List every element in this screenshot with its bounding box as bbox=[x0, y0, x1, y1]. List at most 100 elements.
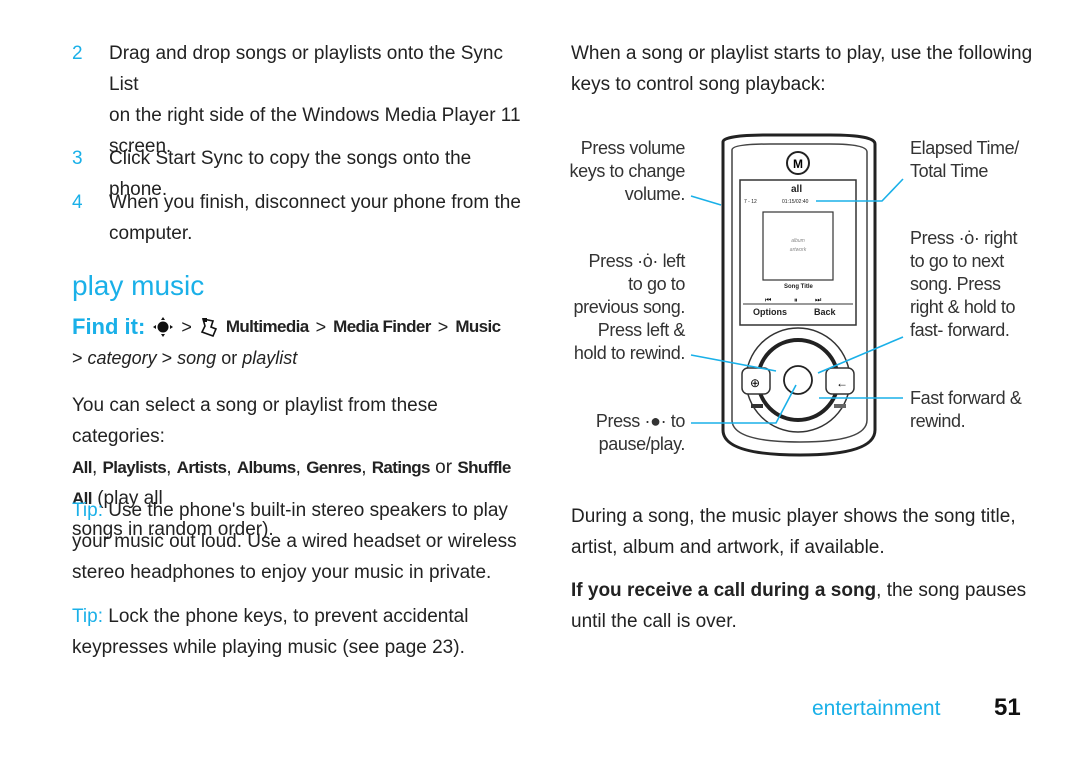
text-line: fast- forward. bbox=[910, 320, 1010, 340]
text-line: right & hold to bbox=[910, 297, 1016, 317]
screen-mode: all bbox=[791, 184, 803, 195]
callout-ff: Fast forward & rewind. bbox=[910, 387, 1040, 433]
nav-key-icon: ·ȯ· bbox=[637, 251, 658, 271]
tip-1: Tip: Use the phone's built-in stereo spe… bbox=[72, 495, 532, 588]
section-heading: play music bbox=[72, 270, 205, 301]
callout-left: Press ·ȯ· left to go to previous song. P… bbox=[560, 250, 686, 365]
text-line: to go to bbox=[628, 274, 685, 294]
callout-right: Press ·ȯ· right to go to next song. Pres… bbox=[910, 227, 1040, 342]
softkey-back[interactable]: Back bbox=[814, 307, 836, 317]
menu-path-media-finder: Media Finder bbox=[333, 317, 431, 336]
svg-text:M: M bbox=[793, 157, 803, 171]
phone-body: M ⏭ ⏮ ⏸ bbox=[721, 133, 877, 457]
text-line: song. Press bbox=[910, 274, 1001, 294]
text-line: When a song or playlist starts to play, … bbox=[571, 43, 1033, 64]
text-line: You can select a song or playlist from t… bbox=[72, 395, 438, 447]
category-ratings: Ratings bbox=[371, 458, 431, 477]
tip-label: Tip: bbox=[72, 500, 103, 521]
step-number: 3 bbox=[72, 148, 83, 169]
text: Press bbox=[910, 228, 955, 248]
page-number: 51 bbox=[994, 694, 1021, 721]
globe-icon: ⊕ bbox=[750, 376, 760, 390]
after-paragraph: During a song, the music player shows th… bbox=[571, 501, 1051, 563]
text-line: your music out loud. Use a wired headset… bbox=[72, 531, 517, 552]
nav-key-icon: ·ȯ· bbox=[958, 228, 980, 248]
text-line: volume. bbox=[624, 184, 686, 204]
text-line: keys to change bbox=[569, 161, 686, 181]
text-line: to go to next bbox=[910, 251, 1004, 271]
song-text: song bbox=[177, 348, 217, 368]
intro-paragraph: When a song or playlist starts to play, … bbox=[571, 38, 1051, 100]
svg-text:⏭: ⏭ bbox=[815, 297, 822, 304]
text-line: When you finish, disconnect your phone f… bbox=[109, 192, 521, 213]
svg-text:⏮: ⏮ bbox=[765, 297, 771, 304]
category-artists: Artists bbox=[176, 458, 227, 477]
find-it-label: Find it: bbox=[72, 314, 146, 339]
bold-text: If you receive a call during a song bbox=[571, 580, 877, 601]
separator: > bbox=[181, 316, 192, 337]
back-arrow-icon: ← bbox=[836, 376, 848, 390]
text-line: computer. bbox=[109, 223, 193, 244]
text: Press bbox=[595, 411, 640, 431]
screen-time: 01:15/02:40 bbox=[782, 199, 809, 205]
callout-elapsed: Elapsed Time/ Total Time bbox=[910, 137, 1040, 183]
text-line: Elapsed Time/ bbox=[910, 138, 1019, 158]
separator: > bbox=[72, 348, 83, 368]
separator: > bbox=[437, 316, 449, 337]
playlist-text: playlist bbox=[242, 348, 298, 368]
text-line: Total Time bbox=[910, 161, 989, 181]
text-line: stereo headphones to enjoy your music in… bbox=[72, 562, 492, 583]
find-it-line2: > category > song or playlist bbox=[72, 348, 297, 369]
text-line: on the right side of the Windows Media P… bbox=[109, 105, 521, 126]
step-number: 2 bbox=[72, 43, 83, 64]
album-artwork: album artwork bbox=[770, 237, 826, 255]
or-text: or bbox=[435, 457, 453, 478]
category-text: category bbox=[87, 348, 157, 368]
manual-page: 2 Drag and drop songs or playlists onto … bbox=[0, 0, 1080, 766]
footer-section: entertainment bbox=[812, 697, 941, 720]
text-line: During a song, the music player shows th… bbox=[571, 506, 1016, 527]
text: Lock the phone keys, to prevent accident… bbox=[108, 606, 469, 627]
text-line: Press left & bbox=[597, 320, 686, 340]
text-line: previous song. bbox=[573, 297, 686, 317]
callout-center: Press ·●· to pause/play. bbox=[560, 410, 686, 456]
text: to bbox=[670, 411, 686, 431]
text-line: artist, album and artwork, if available. bbox=[571, 537, 885, 558]
text-line: keys to control song playback: bbox=[571, 74, 826, 95]
nav-key-icon: ·●· bbox=[644, 411, 667, 431]
separator: > bbox=[161, 348, 173, 368]
text-line: hold to rewind. bbox=[573, 343, 685, 363]
text: artwork bbox=[789, 247, 807, 253]
text: , the song pauses bbox=[876, 580, 1027, 601]
category-genres: Genres bbox=[306, 458, 362, 477]
step-number: 4 bbox=[72, 192, 83, 213]
separator: > bbox=[315, 316, 327, 337]
softkey-options[interactable]: Options bbox=[753, 307, 787, 317]
text-line: keypresses while playing music (see page… bbox=[72, 637, 465, 658]
category-all: All bbox=[72, 458, 93, 477]
or-text: or bbox=[221, 348, 238, 368]
call-paragraph: If you receive a call during a song, the… bbox=[571, 575, 1051, 637]
screen-track: 7 - 12 bbox=[744, 199, 757, 205]
text-line: Press volume bbox=[580, 138, 686, 158]
svg-text:⏸: ⏸ bbox=[794, 297, 798, 304]
category-playlists: Playlists bbox=[102, 458, 167, 477]
screen-song-title: Song Title bbox=[784, 284, 813, 290]
category-albums: Albums bbox=[236, 458, 296, 477]
tip-2: Tip: Lock the phone keys, to prevent acc… bbox=[72, 601, 532, 663]
nav-key-icon bbox=[153, 317, 174, 337]
text-line: Fast forward & bbox=[910, 388, 1022, 408]
text-line: until the call is over. bbox=[571, 611, 737, 632]
tip-label: Tip: bbox=[72, 606, 103, 627]
menu-path-multimedia: Multimedia bbox=[225, 317, 309, 336]
text-line: Drag and drop songs or playlists onto th… bbox=[109, 43, 503, 95]
multimedia-icon bbox=[200, 317, 217, 338]
step-4-text: When you finish, disconnect your phone f… bbox=[109, 187, 534, 249]
callout-volume: Press volume keys to change volume. bbox=[560, 137, 686, 206]
find-it-path: Find it: > Multimedia > Media Finder > M… bbox=[72, 314, 501, 340]
text: right bbox=[984, 228, 1018, 248]
text: Use the phone's built-in stereo speakers… bbox=[108, 500, 508, 521]
text: Press bbox=[588, 251, 633, 271]
text-line: rewind. bbox=[910, 411, 966, 431]
text: album bbox=[791, 238, 805, 244]
